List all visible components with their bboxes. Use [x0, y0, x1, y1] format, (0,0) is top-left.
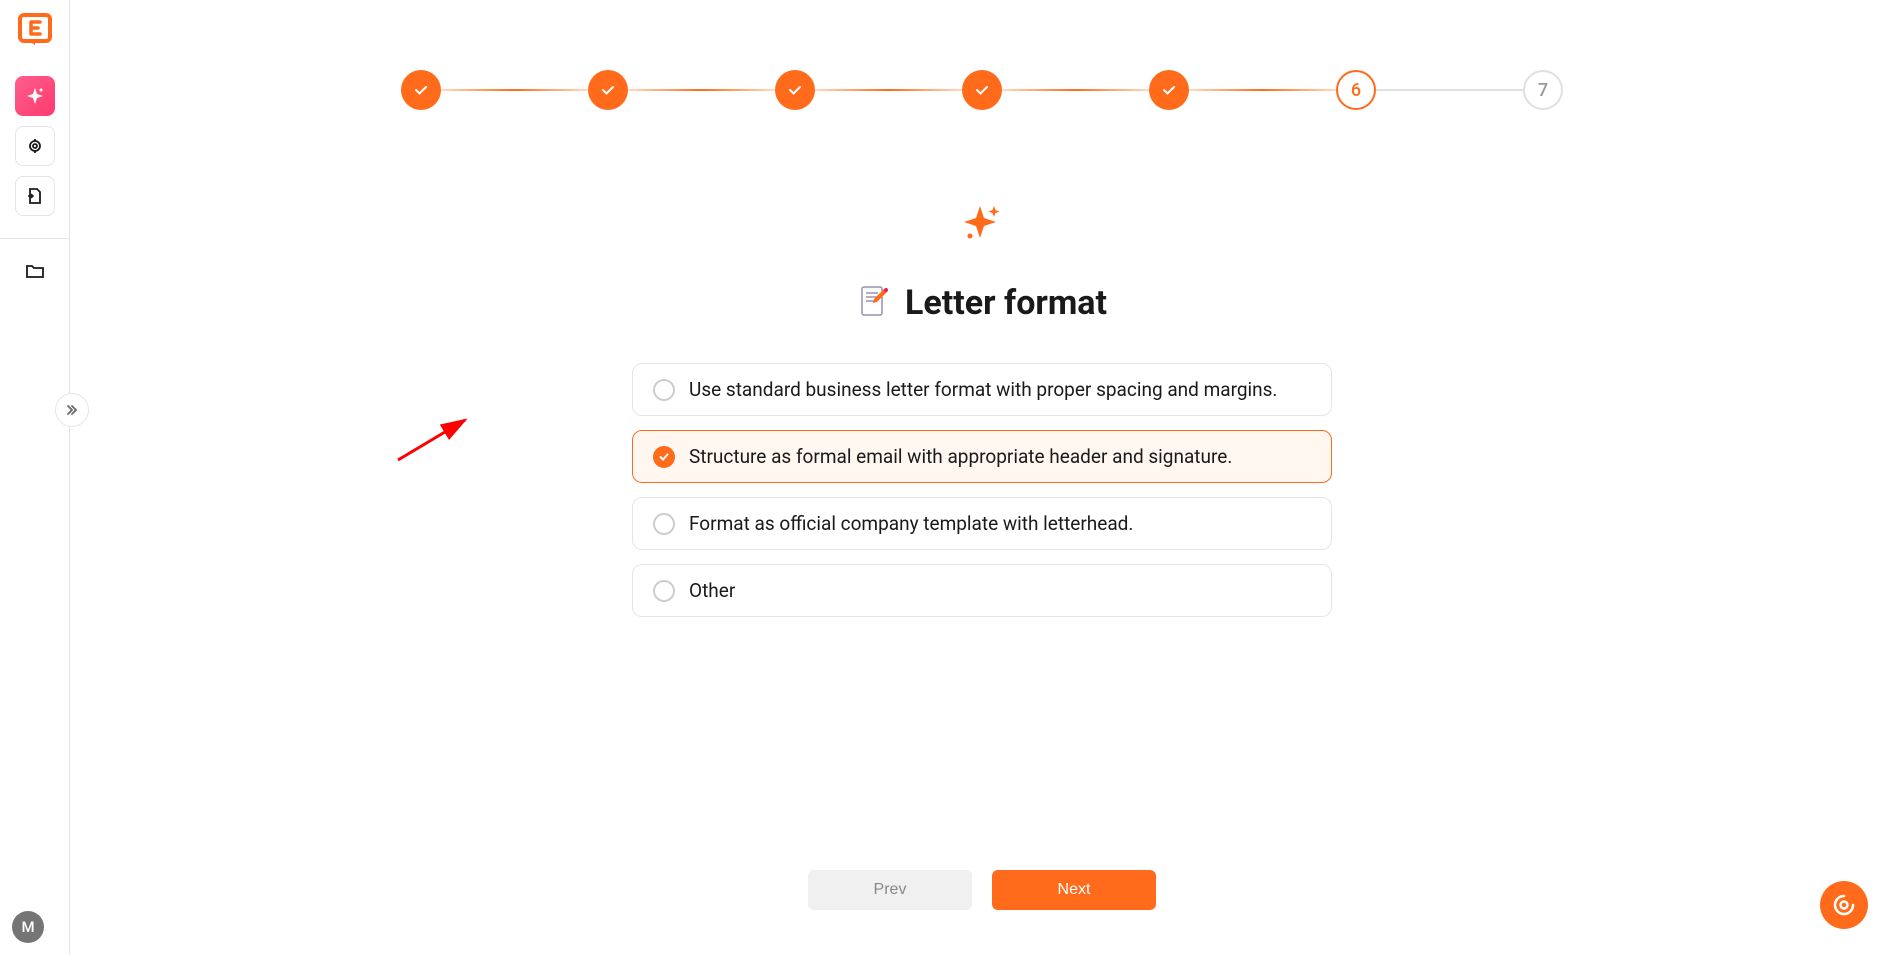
step-line	[1189, 89, 1336, 91]
step-line	[1376, 89, 1523, 91]
progress-stepper: 6 7	[401, 70, 1563, 110]
next-button[interactable]: Next	[992, 870, 1156, 910]
option-label: Format as official company template with…	[689, 512, 1133, 535]
nav-sparkle[interactable]	[15, 76, 55, 116]
step-2[interactable]	[588, 70, 628, 110]
option-label: Use standard business letter format with…	[689, 378, 1277, 401]
page-title: Letter format	[905, 283, 1107, 323]
prev-button[interactable]: Prev	[808, 870, 972, 910]
step-line	[628, 89, 775, 91]
option-company-template[interactable]: Format as official company template with…	[632, 497, 1332, 550]
step-line	[815, 89, 962, 91]
sidebar: M	[0, 0, 70, 955]
expand-sidebar-button[interactable]	[55, 393, 89, 427]
step-4[interactable]	[962, 70, 1002, 110]
radio-unchecked	[653, 580, 675, 602]
step-label: 6	[1351, 80, 1361, 101]
help-button[interactable]	[1820, 881, 1868, 929]
step-line	[1002, 89, 1149, 91]
option-label: Structure as formal email with appropria…	[689, 445, 1232, 468]
radio-unchecked	[653, 379, 675, 401]
step-7[interactable]: 7	[1523, 70, 1563, 110]
document-icon	[857, 284, 891, 322]
step-1[interactable]	[401, 70, 441, 110]
nav-file[interactable]	[15, 176, 55, 216]
option-standard-business[interactable]: Use standard business letter format with…	[632, 363, 1332, 416]
option-label: Other	[689, 579, 735, 602]
options-list: Use standard business letter format with…	[632, 363, 1332, 617]
app-logo[interactable]	[17, 12, 53, 48]
step-label: 7	[1538, 80, 1548, 101]
step-5[interactable]	[1149, 70, 1189, 110]
navigation-buttons: Prev Next	[808, 870, 1156, 910]
step-6[interactable]: 6	[1336, 70, 1376, 110]
title-row: Letter format	[857, 283, 1107, 323]
content-header: Letter format	[857, 200, 1107, 323]
avatar-initial: M	[21, 918, 34, 936]
step-3[interactable]	[775, 70, 815, 110]
user-avatar[interactable]: M	[12, 911, 44, 943]
radio-checked	[653, 446, 675, 468]
nav-divider	[0, 238, 70, 239]
main-content: 6 7 Let	[70, 0, 1894, 955]
step-line	[441, 89, 588, 91]
sparkle-icon	[960, 200, 1004, 248]
radio-unchecked	[653, 513, 675, 535]
option-other[interactable]: Other	[632, 564, 1332, 617]
nav-settings[interactable]	[15, 126, 55, 166]
option-formal-email[interactable]: Structure as formal email with appropria…	[632, 430, 1332, 483]
nav-folder[interactable]	[15, 251, 55, 291]
